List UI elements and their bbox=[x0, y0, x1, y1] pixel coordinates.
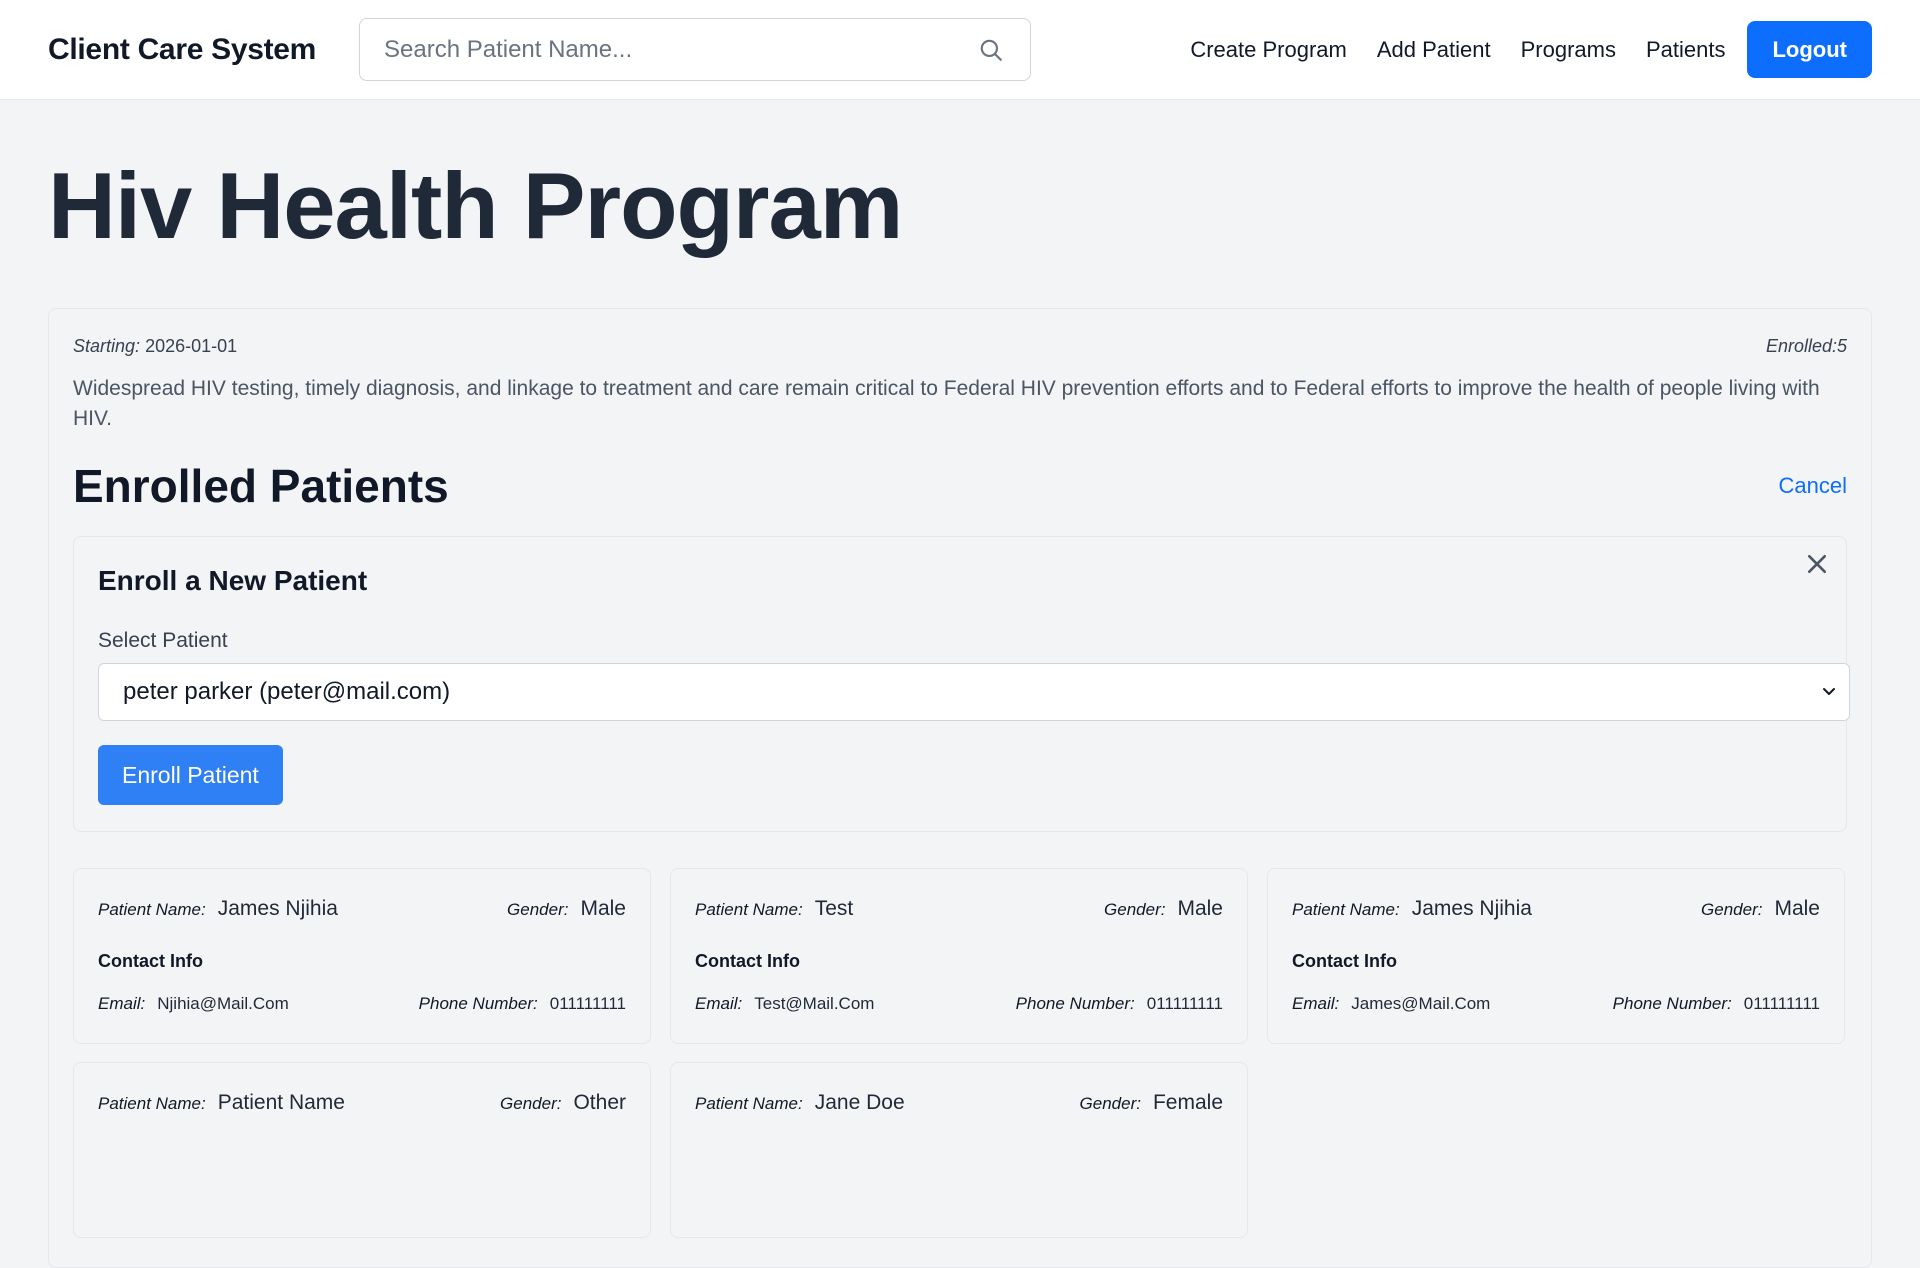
patient-name-label: Patient Name: bbox=[98, 1094, 206, 1113]
logout-button[interactable]: Logout bbox=[1747, 21, 1872, 78]
enroll-panel: Enroll a New Patient Select Patient pete… bbox=[73, 536, 1850, 832]
start-date-value: 2026-01-01 bbox=[145, 336, 238, 356]
patient-card: Patient Name: Test Gender: Male Contact In… bbox=[670, 868, 1248, 1044]
close-icon[interactable] bbox=[1802, 549, 1832, 579]
email-value: Njihia@Mail.Com bbox=[157, 994, 289, 1013]
nav-patients[interactable]: Patients bbox=[1646, 37, 1726, 63]
patients-grid: Patient Name: James Njihia Gender: Male Co… bbox=[73, 868, 1847, 1238]
cancel-link[interactable]: Cancel bbox=[1779, 473, 1847, 499]
main-content: Hiv Health Program bbox=[0, 100, 1920, 307]
gender-value: Female bbox=[1152, 1091, 1223, 1114]
enroll-patient-button[interactable]: Enroll Patient bbox=[98, 745, 283, 805]
program-card: Starting: 2026-01-01 Enrolled:5 Widespre… bbox=[48, 308, 1872, 1268]
email-label: Email: bbox=[1292, 994, 1340, 1013]
email-label: Email: bbox=[98, 994, 146, 1013]
contact-info-title: Contact Info bbox=[98, 951, 203, 971]
patient-name-label: Patient Name: bbox=[98, 900, 206, 919]
patient-card: Patient Name: Patient Name Gender: Other bbox=[73, 1062, 651, 1238]
contact-info-title: Contact Info bbox=[1292, 951, 1397, 971]
phone-label: Phone Number: bbox=[1015, 994, 1135, 1013]
top-navbar: Client Care System Create Program Add Pa… bbox=[0, 0, 1920, 100]
nav-links: Create Program Add Patient Programs Pati… bbox=[1160, 21, 1872, 78]
contact-info-title: Contact Info bbox=[695, 951, 800, 971]
search-icon[interactable] bbox=[976, 35, 1006, 65]
phone-label: Phone Number: bbox=[418, 994, 538, 1013]
gender-label: Gender: bbox=[1701, 900, 1763, 919]
patient-name-value: Patient Name bbox=[217, 1091, 345, 1114]
enrolled-count: Enrolled:5 bbox=[1765, 336, 1847, 356]
program-description: Widespread HIV testing, timely diagnosis… bbox=[73, 377, 1820, 430]
patient-name-value: James Njihia bbox=[217, 897, 338, 920]
start-date: Starting: 2026-01-01 bbox=[73, 336, 237, 357]
brand-title[interactable]: Client Care System bbox=[48, 33, 316, 67]
patient-name-value: James Njihia bbox=[1411, 897, 1532, 920]
search-bar[interactable] bbox=[359, 18, 1031, 81]
nav-create-program[interactable]: Create Program bbox=[1190, 37, 1347, 63]
select-patient-label: Select Patient bbox=[98, 629, 228, 652]
gender-value: Male bbox=[580, 897, 626, 920]
chevron-down-icon bbox=[1821, 678, 1837, 706]
email-value: Test@Mail.Com bbox=[754, 994, 875, 1013]
gender-value: Other bbox=[573, 1091, 626, 1114]
page-title: Hiv Health Program bbox=[48, 153, 903, 258]
enrolled-title: Enrolled Patients bbox=[73, 460, 449, 512]
phone-value: 011111111 bbox=[1146, 994, 1223, 1013]
phone-value: 011111111 bbox=[549, 994, 626, 1013]
patient-name-label: Patient Name: bbox=[695, 900, 803, 919]
patient-card: Patient Name: Jane Doe Gender: Female bbox=[670, 1062, 1248, 1238]
patient-card: Patient Name: James Njihia Gender: Male Co… bbox=[1267, 868, 1845, 1044]
patient-select-value: peter parker (peter@mail.com) bbox=[123, 678, 451, 705]
nav-programs[interactable]: Programs bbox=[1521, 37, 1616, 63]
gender-label: Gender: bbox=[500, 1094, 562, 1113]
gender-value: Male bbox=[1774, 897, 1820, 920]
gender-value: Male bbox=[1177, 897, 1223, 920]
search-input[interactable] bbox=[384, 35, 976, 64]
gender-label: Gender: bbox=[1079, 1094, 1141, 1113]
patient-select[interactable]: peter parker (peter@mail.com) bbox=[98, 663, 1850, 721]
program-meta: Starting: 2026-01-01 Enrolled:5 bbox=[73, 309, 1847, 357]
patient-name-label: Patient Name: bbox=[695, 1094, 803, 1113]
patient-name-value: Jane Doe bbox=[814, 1091, 905, 1114]
phone-label: Phone Number: bbox=[1612, 994, 1732, 1013]
email-value: James@Mail.Com bbox=[1351, 994, 1491, 1013]
patient-name-label: Patient Name: bbox=[1292, 900, 1400, 919]
gender-label: Gender: bbox=[1104, 900, 1166, 919]
enrolled-header: Enrolled Patients Cancel bbox=[73, 456, 1847, 516]
start-date-label: Starting: bbox=[73, 336, 141, 356]
patient-card: Patient Name: James Njihia Gender: Male Co… bbox=[73, 868, 651, 1044]
patient-name-value: Test bbox=[814, 897, 854, 920]
email-label: Email: bbox=[695, 994, 743, 1013]
gender-label: Gender: bbox=[507, 900, 569, 919]
phone-value: 011111111 bbox=[1743, 994, 1820, 1013]
nav-add-patient[interactable]: Add Patient bbox=[1377, 37, 1491, 63]
enroll-title: Enroll a New Patient bbox=[98, 565, 368, 596]
